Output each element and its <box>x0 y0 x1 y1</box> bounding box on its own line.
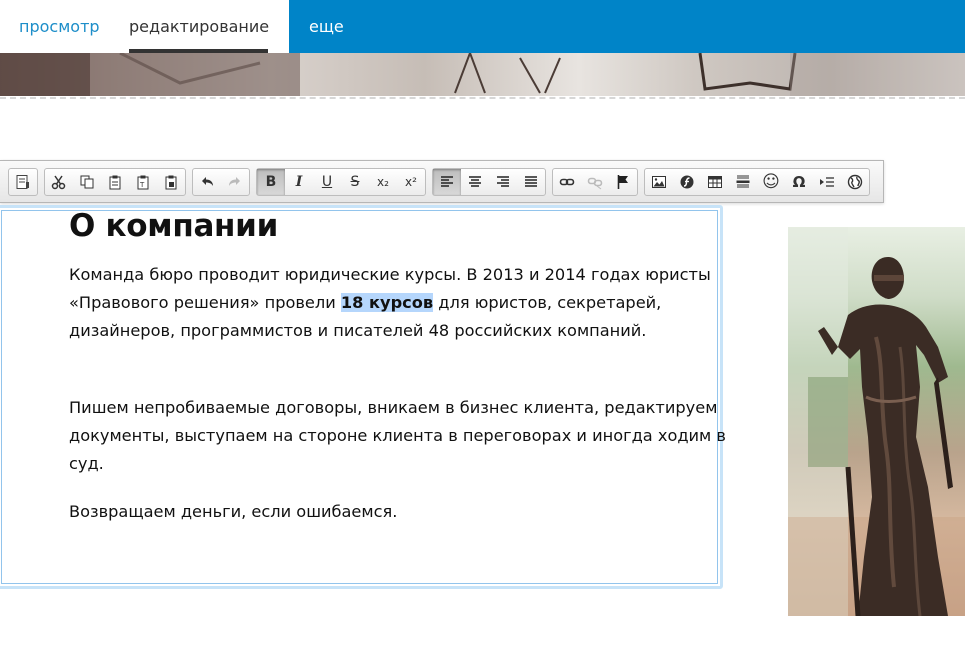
paste-text-icon[interactable]: T <box>129 169 157 195</box>
toolbar-group-document <box>8 168 38 196</box>
toolbar-group-links <box>552 168 638 196</box>
source-icon[interactable] <box>9 169 37 195</box>
copy-icon[interactable] <box>73 169 101 195</box>
cut-icon[interactable] <box>45 169 73 195</box>
toolbar-group-history <box>192 168 250 196</box>
selected-bold-text: 18 курсов <box>340 293 434 312</box>
bold-icon: B <box>265 174 277 190</box>
underline-icon: U <box>321 174 333 190</box>
paragraph-intro: Команда бюро проводит юридические курсы.… <box>69 261 729 345</box>
image-icon[interactable] <box>645 169 673 195</box>
smiley-icon: ☺ <box>762 172 780 192</box>
bold-button[interactable]: B <box>257 169 285 195</box>
strikethrough-button[interactable]: S <box>341 169 369 195</box>
underline-button[interactable]: U <box>313 169 341 195</box>
paragraph-services: Пишем непробиваемые договоры, вникаем в … <box>69 398 726 473</box>
tab-edit[interactable]: редактирование <box>110 0 289 53</box>
editable-content[interactable]: О компании Команда бюро проводит юридиче… <box>69 208 729 521</box>
themis-statue-image <box>788 227 965 616</box>
align-center-icon[interactable] <box>461 169 489 195</box>
strikethrough-icon: S <box>350 174 360 190</box>
tab-more-label: еще <box>309 17 344 36</box>
align-left-icon[interactable] <box>433 169 461 195</box>
superscript-icon: x² <box>405 175 417 189</box>
superscript-button[interactable]: x² <box>397 169 425 195</box>
toolbar-group-insert: ☺ Ω <box>644 168 870 196</box>
region-divider <box>0 97 965 99</box>
paste-word-icon[interactable] <box>157 169 185 195</box>
italic-button[interactable]: I <box>285 169 313 195</box>
smiley-button[interactable]: ☺ <box>757 169 785 195</box>
italic-icon: I <box>295 174 303 190</box>
subscript-button[interactable]: x₂ <box>369 169 397 195</box>
tab-bar: просмотр редактирование еще <box>0 0 965 53</box>
link-icon[interactable] <box>553 169 581 195</box>
tab-more[interactable]: еще <box>290 0 363 53</box>
special-char-button[interactable]: Ω <box>785 169 813 195</box>
iframe-globe-icon[interactable] <box>841 169 869 195</box>
align-right-icon[interactable] <box>489 169 517 195</box>
header-banner-image <box>0 53 965 96</box>
align-justify-icon[interactable] <box>517 169 545 195</box>
paste-icon[interactable] <box>101 169 129 195</box>
table-icon[interactable] <box>701 169 729 195</box>
flash-icon[interactable] <box>673 169 701 195</box>
page-break-icon[interactable] <box>813 169 841 195</box>
tab-view-label: просмотр <box>19 17 100 36</box>
anchor-flag-icon[interactable] <box>609 169 637 195</box>
paragraph-guarantee: Возвращаем деньги, если ошибаемся. <box>69 502 398 521</box>
special-char-icon: Ω <box>792 173 806 191</box>
undo-icon[interactable] <box>193 169 221 195</box>
page-title: О компании <box>69 208 279 244</box>
editor-toolbar: T B I U S x₂ x² ☺ Ω <box>0 160 884 203</box>
tab-view[interactable]: просмотр <box>0 0 110 53</box>
svg-text:T: T <box>139 181 145 189</box>
unlink-icon[interactable] <box>581 169 609 195</box>
toolbar-group-clipboard: T <box>44 168 186 196</box>
subscript-icon: x₂ <box>377 175 389 189</box>
redo-icon[interactable] <box>221 169 249 195</box>
tab-edit-label: редактирование <box>129 17 270 36</box>
toolbar-group-align <box>432 168 546 196</box>
horizontal-rule-icon[interactable] <box>729 169 757 195</box>
toolbar-group-basicstyles: B I U S x₂ x² <box>256 168 426 196</box>
